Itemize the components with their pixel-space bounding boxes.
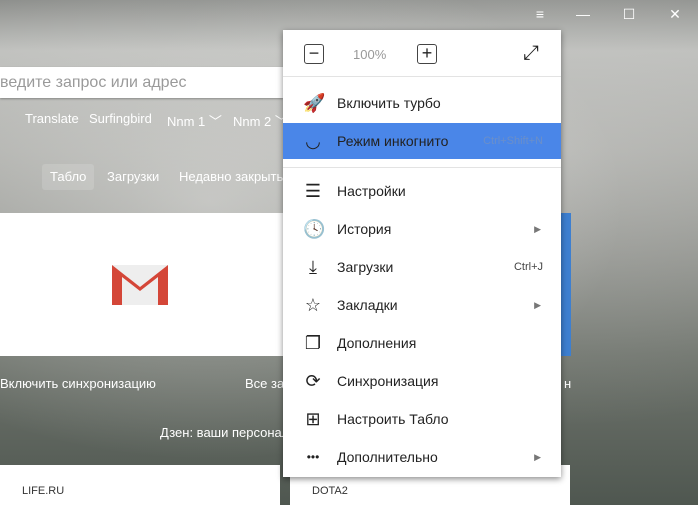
bookmark-nnm2[interactable]: Nnm 2 ﹀ [233,111,288,130]
menu-label: Настройки [337,183,406,199]
maximize-button[interactable]: ☐ [614,4,644,24]
gmail-tile[interactable] [0,213,283,356]
menu-label: Включить турбо [337,95,441,111]
rocket-icon: 🚀 [303,92,326,113]
menu-label: История [337,221,392,237]
menu-label: Настроить Табло [337,411,449,427]
menu-label: Дополнения [337,335,417,351]
gmail-icon [112,265,168,305]
bookmark-translate[interactable]: Translate [25,111,79,126]
menu-item-downloads[interactable]: ⤓ Загрузки Ctrl+J [283,249,561,285]
settings-sliders-icon: ☰ [304,180,322,201]
menu-label: Загрузки [337,259,394,275]
zen-text[interactable]: Дзен: ваши персонал [160,425,289,440]
zoom-in-button[interactable]: + [417,44,437,64]
text-fragment: н [564,376,572,391]
menu-label: Синхронизация [337,373,439,389]
close-button[interactable]: ✕ [660,4,690,24]
sync-icon: ⟳ [305,370,321,391]
submenu-arrow-icon: ▶ [534,299,541,310]
menu-item-sync[interactable]: ⟳ Синхронизация [283,363,561,399]
star-icon: ☆ [304,294,322,315]
more-dots-icon: ••• [306,450,320,464]
divider [283,167,561,168]
menu-item-turbo[interactable]: 🚀 Включить турбо [283,85,561,121]
zoom-out-button[interactable]: − [304,44,324,64]
shortcut: Ctrl+J [513,261,543,273]
menu-item-bookmarks[interactable]: ☆ Закладки ▶ [283,287,561,323]
tab-recently-closed[interactable]: Недавно закрыть [171,164,291,190]
browser-menu-button[interactable]: ≡ [525,4,555,24]
menu-item-history[interactable]: 🕓 История ▶ [283,211,561,247]
extensions-icon: ❐ [304,332,322,353]
mask-icon: ◡ [305,130,321,151]
clock-icon: 🕓 [303,218,326,239]
shortcut: Ctrl+Shift+N [483,135,543,147]
menu-item-customize-tablo[interactable]: ⊞ Настроить Табло [283,401,561,437]
menu-item-settings[interactable]: ☰ Настройки [283,173,561,209]
menu-item-incognito[interactable]: ◡ Режим инкогнито Ctrl+Shift+N [283,123,561,159]
tab-tablo[interactable]: Табло [42,164,95,190]
zoom-row: − 100% + ⤢ [283,30,561,77]
news-card-liferu[interactable]: LIFE.RU [0,465,280,505]
all-bookmarks-link[interactable]: Все за [245,376,284,391]
browser-menu: − 100% + ⤢ 🚀 Включить турбо ◡ Режим инкогн… [283,30,561,477]
bookmark-surfingbird[interactable]: Surfingbird [89,111,152,126]
minimize-button[interactable]: — [568,4,598,24]
submenu-arrow-icon: ▶ [534,451,541,462]
menu-item-more[interactable]: ••• Дополнительно ▶ [283,439,561,475]
bookmark-nnm1[interactable]: Nnm 1 ﹀ [167,111,222,130]
download-icon: ⤓ [309,256,317,277]
enable-sync-link[interactable]: Включить синхронизацию [0,376,156,391]
menu-label: Дополнительно [337,449,438,465]
zoom-level: 100% [353,47,387,62]
tab-downloads[interactable]: Загрузки [99,164,167,190]
fullscreen-icon[interactable]: ⤢ [523,42,539,65]
add-box-icon: ⊞ [305,408,321,429]
search-input[interactable]: ведите запрос или адрес [0,67,283,98]
menu-label: Режим инкогнито [337,133,449,149]
menu-label: Закладки [337,297,398,313]
menu-item-extensions[interactable]: ❐ Дополнения [283,325,561,361]
blue-tile[interactable] [561,213,571,356]
submenu-arrow-icon: ▶ [534,223,541,234]
